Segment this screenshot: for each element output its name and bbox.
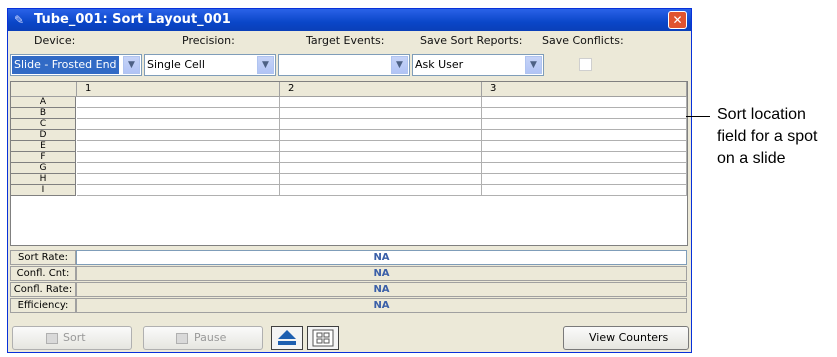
device-label: Device:	[34, 34, 76, 47]
plate-button[interactable]	[307, 326, 339, 350]
sort-location-cell[interactable]	[280, 108, 482, 119]
sort-location-cell[interactable]	[77, 130, 280, 141]
device-dropdown[interactable]: Slide - Frosted End ▼	[10, 54, 142, 76]
view-counters-label: View Counters	[589, 331, 669, 344]
chevron-down-icon[interactable]: ▼	[391, 56, 408, 74]
row-header-d: D	[11, 130, 76, 141]
sort-location-cell[interactable]	[280, 152, 482, 163]
row-header-f: F	[11, 152, 76, 163]
confl-rate-value: NA	[76, 282, 687, 297]
device-value: Slide - Frosted End	[12, 56, 119, 74]
close-button[interactable]: ✕	[668, 11, 687, 29]
sort-location-cell[interactable]	[482, 185, 687, 196]
save-sort-reports-label: Save Sort Reports:	[420, 34, 523, 47]
sort-button-label: Sort	[63, 331, 86, 344]
grid-corner	[11, 82, 77, 97]
annotation-line-3: on a slide	[717, 150, 786, 167]
sort-layout-grid: 1 2 3 ABCDEFGHI	[10, 81, 688, 246]
column-header-2: 2	[280, 82, 482, 97]
column-header-1: 1	[77, 82, 280, 97]
confl-cnt-label: Confl. Cnt:	[10, 266, 76, 281]
annotation-line-2: field for a spot	[717, 128, 818, 145]
sort-location-cell[interactable]	[482, 119, 687, 130]
chevron-down-icon[interactable]: ▼	[123, 56, 140, 74]
sort-location-cell[interactable]	[280, 119, 482, 130]
sort-location-cell[interactable]	[77, 174, 280, 185]
sort-button[interactable]: Sort	[12, 326, 132, 350]
sort-rate-value: NA	[76, 250, 687, 265]
pause-button[interactable]: Pause	[143, 326, 263, 350]
sort-location-cell[interactable]	[482, 141, 687, 152]
sort-location-cell[interactable]	[77, 119, 280, 130]
window-icon: ✎	[14, 13, 25, 27]
row-header-a: A	[11, 97, 76, 108]
chevron-down-icon[interactable]: ▼	[257, 56, 274, 74]
save-conflicts-checkbox[interactable]	[579, 58, 592, 71]
row-header-c: C	[11, 119, 76, 130]
sort-rate-label: Sort Rate:	[10, 250, 76, 265]
column-header-3: 3	[482, 82, 687, 97]
row-header-h: H	[11, 174, 76, 185]
pause-button-label: Pause	[194, 331, 227, 344]
precision-label: Precision:	[182, 34, 235, 47]
row-header-i: I	[11, 185, 76, 196]
sort-location-cell[interactable]	[77, 108, 280, 119]
precision-value: Single Cell	[147, 58, 205, 71]
sort-location-cell[interactable]	[280, 174, 482, 185]
precision-dropdown[interactable]: Single Cell ▼	[144, 54, 276, 76]
row-header-b: B	[11, 108, 76, 119]
annotation-line-1: Sort location	[717, 106, 806, 123]
confl-rate-label: Confl. Rate:	[10, 282, 76, 297]
efficiency-value: NA	[76, 298, 687, 313]
sort-location-cell[interactable]	[482, 174, 687, 185]
efficiency-label: Efficiency:	[10, 298, 76, 313]
annotation-leader-line	[686, 116, 710, 117]
sort-location-cell[interactable]	[482, 130, 687, 141]
row-header-e: E	[11, 141, 76, 152]
sort-location-cell[interactable]	[280, 97, 482, 108]
chevron-down-icon[interactable]: ▼	[525, 56, 542, 74]
target-events-dropdown[interactable]: ▼	[278, 54, 410, 76]
target-events-label: Target Events:	[306, 34, 385, 47]
close-icon: ✕	[672, 13, 683, 27]
plate-icon	[312, 329, 334, 347]
sort-location-cell[interactable]	[482, 108, 687, 119]
sort-location-cell[interactable]	[280, 141, 482, 152]
sort-location-cell[interactable]	[482, 97, 687, 108]
sort-check-icon	[46, 333, 58, 344]
title-bar[interactable]: ✎ Tube_001: Sort Layout_001 ✕	[8, 9, 691, 31]
sort-location-cell[interactable]	[280, 130, 482, 141]
save-sort-reports-value: Ask User	[415, 58, 464, 71]
sort-location-cell[interactable]	[482, 163, 687, 174]
sort-location-cell[interactable]	[77, 97, 280, 108]
sort-location-cell[interactable]	[280, 185, 482, 196]
save-conflicts-label: Save Conflicts:	[542, 34, 624, 47]
window-title: Tube_001: Sort Layout_001	[34, 12, 231, 27]
annotation-text: Sort location field for a spot on a slid…	[717, 104, 818, 170]
sort-location-cell[interactable]	[482, 152, 687, 163]
column-header-label: 3	[490, 83, 497, 94]
sort-location-cell[interactable]	[77, 141, 280, 152]
column-header-label: 2	[288, 83, 295, 94]
view-counters-button[interactable]: View Counters	[563, 326, 689, 350]
column-header-label: 1	[85, 83, 92, 94]
row-header-g: G	[11, 163, 76, 174]
save-sort-reports-dropdown[interactable]: Ask User ▼	[412, 54, 544, 76]
pause-check-icon	[176, 333, 188, 344]
eject-button[interactable]	[271, 326, 303, 350]
sort-location-cell[interactable]	[77, 152, 280, 163]
eject-icon	[278, 330, 296, 345]
sort-location-cell[interactable]	[77, 185, 280, 196]
confl-cnt-value: NA	[76, 266, 687, 281]
sort-location-cell[interactable]	[77, 163, 280, 174]
sort-layout-window: ✎ Tube_001: Sort Layout_001 ✕ Device: Pr…	[7, 8, 692, 353]
sort-location-cell[interactable]	[280, 163, 482, 174]
